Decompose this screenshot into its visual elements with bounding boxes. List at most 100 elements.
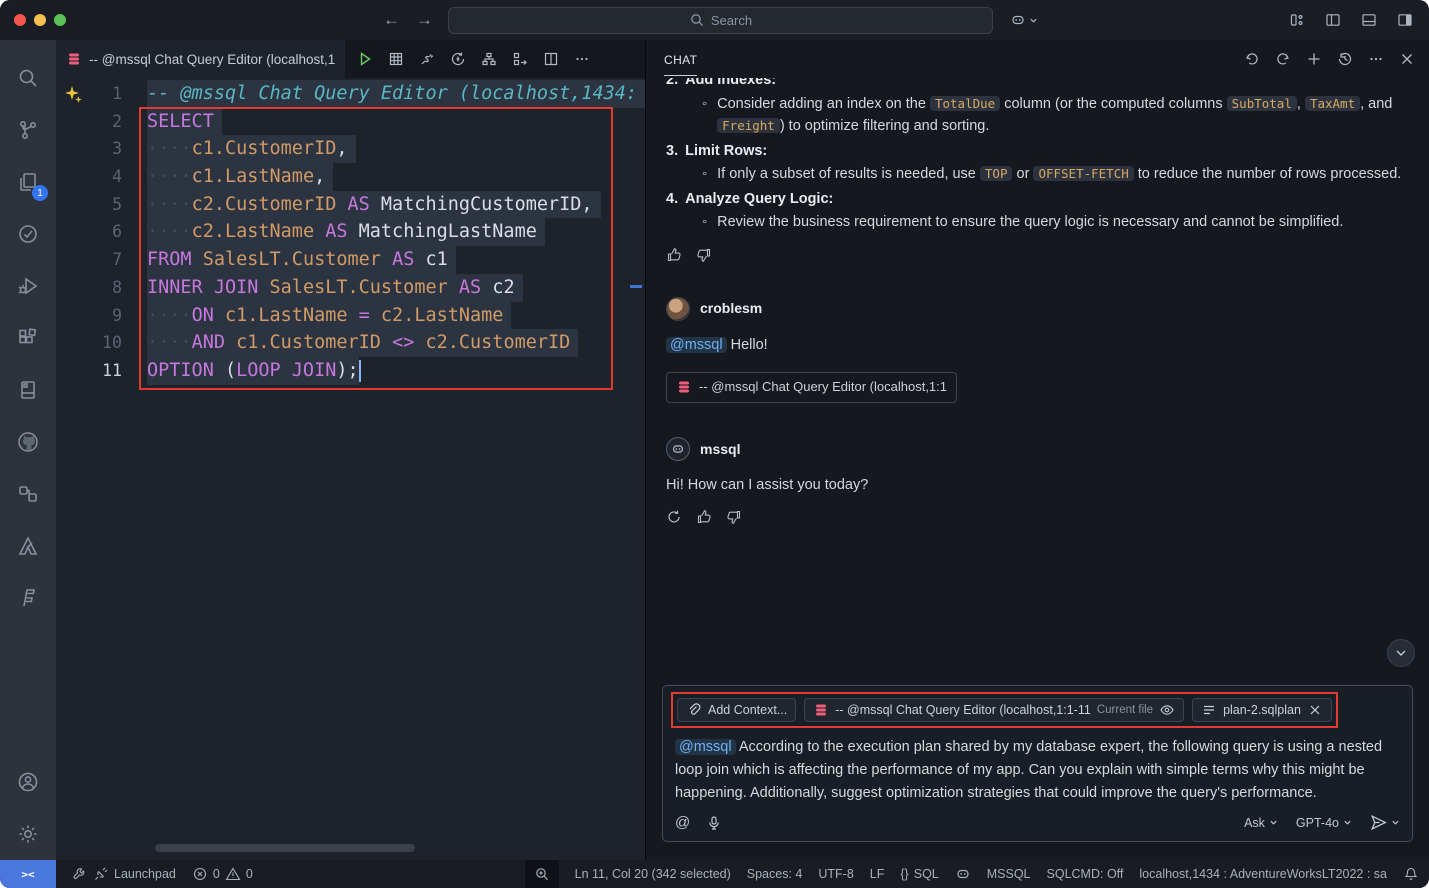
copilot-sparkle-icon[interactable] [64, 85, 84, 105]
context-plan-chip[interactable]: plan-2.sqlplan [1192, 698, 1332, 722]
activity-containers-icon[interactable] [0, 468, 56, 520]
customize-layout-icon[interactable] [1289, 12, 1305, 28]
editor-vertical-scrollbar[interactable] [630, 78, 642, 860]
copilot-menu[interactable] [1010, 12, 1038, 28]
chat-input-box[interactable]: Add Context... -- @mssql Chat Query Edit… [662, 685, 1413, 842]
copilot-status-item[interactable] [955, 866, 971, 882]
forward-icon[interactable]: → [416, 10, 433, 30]
redo-icon[interactable] [1275, 51, 1291, 67]
copilot-icon [1010, 12, 1026, 28]
thumbs-down-icon[interactable] [726, 509, 742, 525]
activity-extensions-icon[interactable] [0, 312, 56, 364]
line-number: 8 [56, 274, 122, 302]
add-context-button[interactable]: Add Context... [677, 698, 796, 722]
language-item[interactable]: {} SQL [900, 867, 938, 881]
connect-icon[interactable] [419, 51, 435, 67]
mode-dropdown[interactable]: Ask [1244, 816, 1278, 830]
code-line[interactable]: 3····c1.CustomerID, [56, 135, 645, 163]
chat-tab[interactable]: CHAT [664, 43, 697, 76]
connection-item[interactable]: localhost,1434 : AdventureWorksLT2022 : … [1139, 867, 1387, 881]
zoom-window-button[interactable] [54, 14, 66, 26]
remove-context-icon[interactable] [1307, 702, 1323, 718]
mention-picker-icon[interactable]: @ [675, 814, 690, 831]
close-window-button[interactable] [14, 14, 26, 26]
list-item-number: 2. [666, 78, 678, 92]
code-line[interactable]: 9····ON c1.LastName = c2.LastName [56, 302, 645, 330]
minimize-window-button[interactable] [34, 14, 46, 26]
close-chat-icon[interactable] [1399, 51, 1415, 67]
chevron-down-icon [1269, 818, 1278, 827]
line-content: ····ON c1.LastName = c2.LastName [147, 302, 645, 330]
eye-icon[interactable] [1159, 702, 1175, 718]
toggle-primary-sidebar-icon[interactable] [1325, 12, 1341, 28]
thumbs-down-icon[interactable] [696, 247, 712, 263]
send-button[interactable] [1370, 814, 1400, 831]
chat-input-text[interactable]: @mssql According to the execution plan s… [675, 736, 1400, 805]
back-icon[interactable]: ← [383, 10, 400, 30]
cursor-position-item[interactable]: Ln 11, Col 20 (342 selected) [575, 867, 731, 881]
context-file-chip[interactable]: -- @mssql Chat Query Editor (localhost,1… [804, 698, 1184, 722]
zoom-indicator[interactable] [525, 860, 559, 888]
split-editor-icon[interactable] [543, 51, 559, 67]
overview-ruler-cursor-mark [630, 285, 642, 288]
mssql-item[interactable]: MSSQL [987, 867, 1031, 881]
settings-gear-icon[interactable] [0, 808, 56, 860]
code-line[interactable]: 8INNER JOIN SalesLT.Customer AS c2 [56, 274, 645, 302]
list-item-heading: Limit Rows: [685, 140, 767, 163]
code-line[interactable]: 1-- @mssql Chat Query Editor (localhost,… [56, 80, 645, 108]
code-line[interactable]: 6····c2.LastName AS MatchingLastName [56, 218, 645, 246]
activity-source-control-icon[interactable] [0, 104, 56, 156]
code-line[interactable]: 10····AND c1.CustomerID <> c2.CustomerID [56, 329, 645, 357]
microphone-icon[interactable] [706, 815, 722, 831]
indentation-item[interactable]: Spaces: 4 [747, 867, 803, 881]
model-dropdown[interactable]: GPT-4o [1296, 816, 1352, 830]
toggle-panel-icon[interactable] [1361, 12, 1377, 28]
problems-item[interactable]: 0 0 [192, 866, 253, 882]
code-line[interactable]: 5····c2.CustomerID AS MatchingCustomerID… [56, 191, 645, 219]
mention-chip[interactable]: @mssql [666, 337, 727, 353]
notifications-item[interactable] [1403, 866, 1419, 882]
activity-search-icon[interactable] [0, 52, 56, 104]
estimated-plan-icon[interactable] [481, 51, 497, 67]
more-actions-icon[interactable] [574, 51, 590, 67]
encoding-item[interactable]: UTF-8 [818, 867, 853, 881]
activity-database-project-icon[interactable] [0, 364, 56, 416]
results-grid-icon[interactable] [388, 51, 404, 67]
command-center-search[interactable]: Search [448, 7, 993, 34]
editor-horizontal-scrollbar[interactable] [155, 844, 415, 852]
change-connection-icon[interactable] [450, 51, 466, 67]
code-line[interactable]: 4····c1.LastName, [56, 163, 645, 191]
scroll-to-bottom-button[interactable] [1387, 639, 1415, 667]
undo-icon[interactable] [1244, 51, 1260, 67]
editor-tab[interactable]: -- @mssql Chat Query Editor (localhost,1 [56, 40, 345, 78]
activity-check-circle-icon[interactable] [0, 208, 56, 260]
bullet-item: ◦If only a subset of results is needed, … [666, 163, 1413, 186]
toggle-secondary-sidebar-icon[interactable] [1397, 12, 1413, 28]
regenerate-icon[interactable] [666, 509, 682, 525]
activity-run-debug-icon[interactable] [0, 260, 56, 312]
code-line[interactable]: 7FROM SalesLT.Customer AS c1 [56, 246, 645, 274]
activity-flag-f-icon[interactable] [0, 572, 56, 624]
activity-azure-icon[interactable] [0, 520, 56, 572]
code-editor[interactable]: 1-- @mssql Chat Query Editor (localhost,… [56, 78, 645, 860]
run-query-button[interactable] [357, 51, 373, 67]
line-content: ····c1.LastName, [147, 163, 645, 191]
code-line[interactable]: 11OPTION (LOOP JOIN); [56, 357, 645, 385]
thumbs-up-icon[interactable] [696, 509, 712, 525]
sqlcmd-item[interactable]: SQLCMD: Off [1047, 867, 1124, 881]
sqlcmd-icon[interactable] [512, 51, 528, 67]
remote-indicator[interactable]: >< [0, 860, 56, 888]
code-token: SalesLT.Customer [270, 274, 459, 302]
message-attachment-pill[interactable]: -- @mssql Chat Query Editor (localhost,1… [666, 372, 957, 403]
launchpad-item[interactable]: Launchpad [72, 866, 176, 882]
history-icon[interactable] [1337, 51, 1353, 67]
new-chat-icon[interactable] [1306, 51, 1322, 67]
more-icon[interactable] [1368, 51, 1384, 67]
activity-explorer-icon[interactable]: 1 [0, 156, 56, 208]
chat-scroll-area[interactable]: 2.Add Indexes:◦Consider adding an index … [646, 78, 1429, 681]
account-icon[interactable] [0, 756, 56, 808]
thumbs-up-icon[interactable] [666, 247, 682, 263]
eol-item[interactable]: LF [870, 867, 885, 881]
activity-github-icon[interactable] [0, 416, 56, 468]
code-line[interactable]: 2SELECT [56, 108, 645, 136]
